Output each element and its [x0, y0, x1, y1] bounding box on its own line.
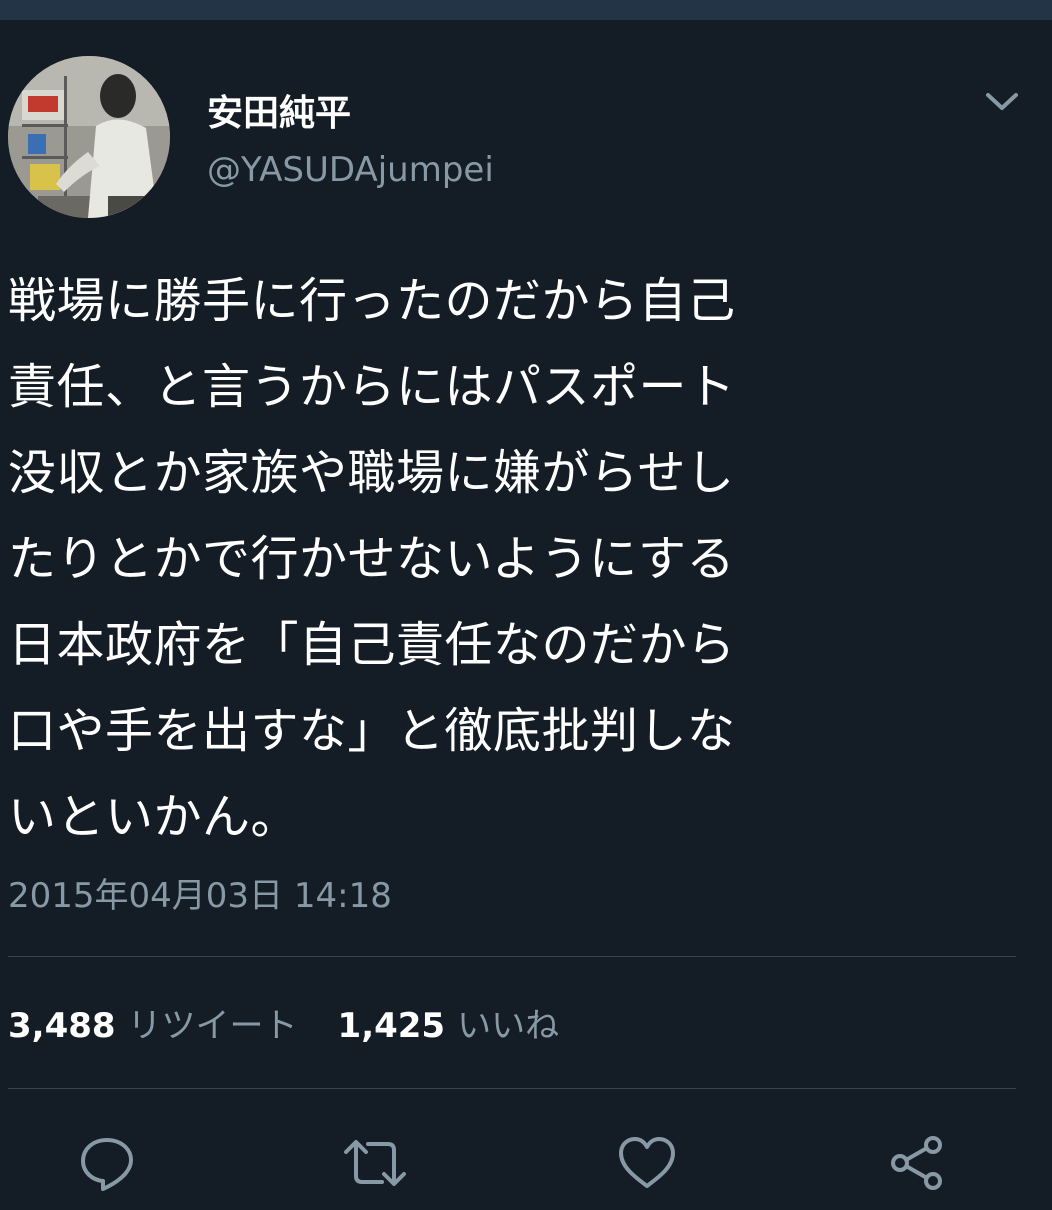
reply-button[interactable] [74, 1130, 140, 1196]
retweets-stat[interactable]: 3,488 リツイート [8, 998, 298, 1047]
top-bar [0, 0, 1052, 20]
likes-label: いいね [457, 1006, 560, 1046]
divider [8, 956, 1016, 957]
retweet-button[interactable] [342, 1130, 408, 1196]
retweets-count: 3,488 [8, 1006, 116, 1046]
engagement-stats: 3,488 リツイート 1,425 いいね [8, 998, 559, 1047]
display-name[interactable]: 安田純平 [207, 84, 351, 136]
like-button[interactable] [614, 1130, 680, 1196]
retweet-icon [344, 1140, 406, 1186]
share-icon [891, 1136, 942, 1190]
likes-count: 1,425 [337, 1006, 446, 1046]
chevron-down-icon [986, 93, 1018, 110]
reply-icon [81, 1138, 133, 1191]
likes-stat[interactable]: 1,425 いいね [338, 998, 560, 1047]
tweet-text: 戦場に勝手に行ったのだから自己 責任、と言うからにはパスポート 没収とか家族や職… [8, 273, 736, 845]
avatar[interactable] [8, 56, 170, 218]
share-button[interactable] [884, 1130, 950, 1196]
user-handle[interactable]: @YASUDAjumpei [207, 150, 494, 190]
more-options-button[interactable] [980, 80, 1024, 124]
tweet-timestamp: 2015年04月03日 14:18 [8, 876, 392, 916]
heart-icon [619, 1137, 675, 1188]
avatar-photo [8, 56, 170, 218]
retweets-label: リツイート [127, 1006, 298, 1046]
divider [8, 1088, 1016, 1089]
